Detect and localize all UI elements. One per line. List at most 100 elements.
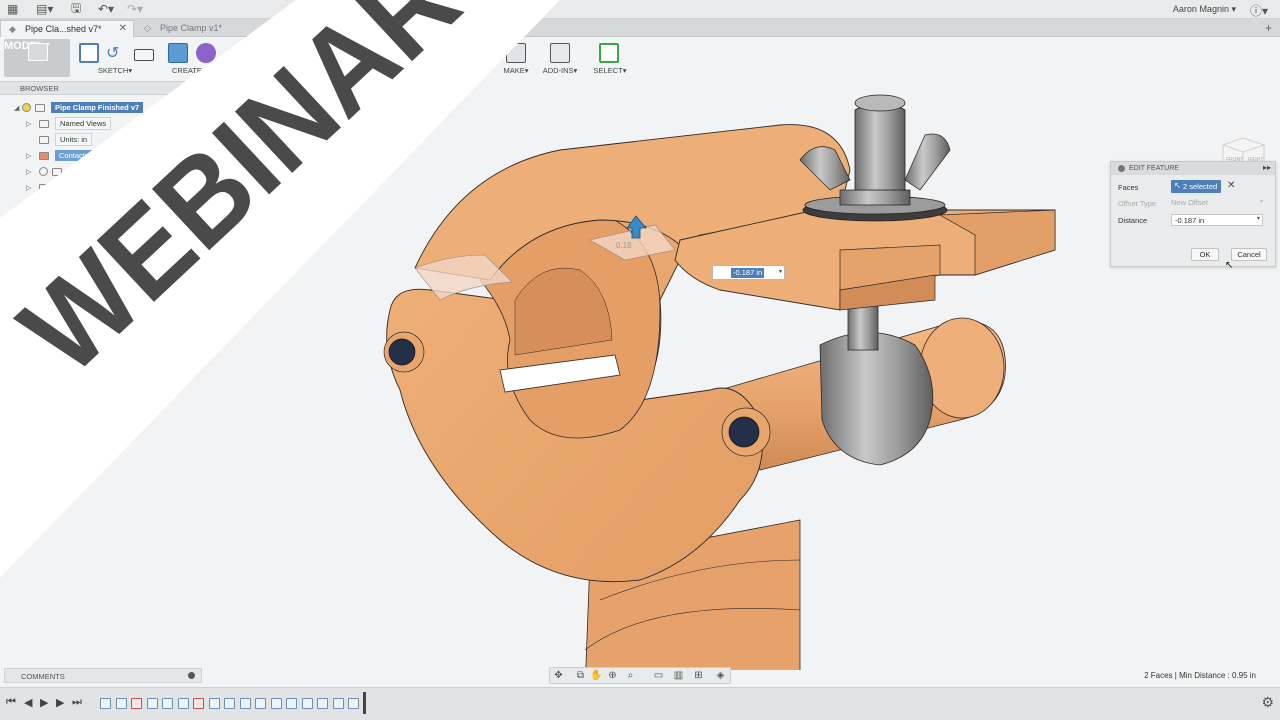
browser-item-origin[interactable]: ▷ Origin xyxy=(26,165,96,178)
faces-selection-chip[interactable]: ↖ 2 selected xyxy=(1171,180,1221,193)
zoom-icon[interactable]: ⊕ xyxy=(606,670,619,682)
browser-item-units[interactable]: Units: in xyxy=(26,133,93,146)
document-tab-active[interactable]: ◆ Pipe Cla...shed v7* ✕ xyxy=(0,20,134,37)
model-cube-icon xyxy=(28,43,48,61)
timeline-feature-icon[interactable] xyxy=(193,698,204,709)
browser-root-node[interactable]: ◢ Pipe Clamp Finished v7 xyxy=(14,101,144,114)
browser-item-component[interactable]: ▷ xyxy=(26,229,34,242)
play-icon[interactable]: ▶ xyxy=(40,696,48,709)
select-group[interactable]: SELECT▾ xyxy=(590,39,630,77)
orbit-icon[interactable]: ✥ xyxy=(552,670,565,682)
redo-icon[interactable]: ↷▾ xyxy=(127,2,143,16)
user-menu[interactable]: Aaron Magnin ▾ xyxy=(1173,4,1236,15)
expand-dialog-icon[interactable]: ▸▸ xyxy=(1263,163,1271,172)
file-menu-icon[interactable]: ▤▾ xyxy=(36,2,53,16)
help-icon[interactable]: ⓘ▾ xyxy=(1250,2,1268,19)
timeline-feature-icon[interactable] xyxy=(177,698,189,709)
browser-item-bodies[interactable]: ▷ xyxy=(26,197,68,210)
timeline-feature-icon[interactable] xyxy=(162,698,173,709)
grid-icon[interactable]: ▥ xyxy=(672,670,685,682)
timeline-feature-icon[interactable] xyxy=(146,698,158,709)
make-label: MAKE xyxy=(503,66,525,75)
timeline-feature-icon[interactable] xyxy=(255,698,266,709)
expand-icon[interactable]: ▷ xyxy=(26,168,34,176)
contact-folder-icon xyxy=(39,151,49,160)
expand-icon[interactable]: ▷ xyxy=(26,184,34,192)
offset-type-value: New Offset xyxy=(1171,198,1208,207)
timeline-feature-icon[interactable] xyxy=(224,698,235,709)
timeline-feature-icon[interactable] xyxy=(131,698,142,709)
gear-icon[interactable]: ⚙ xyxy=(1261,694,1274,711)
step-forward-icon[interactable]: ▶ xyxy=(56,696,64,709)
cancel-button[interactable]: Cancel xyxy=(1231,248,1267,261)
timeline-feature-icon[interactable] xyxy=(317,698,328,709)
visibility-bulb-icon[interactable] xyxy=(39,199,48,208)
browser-item-component[interactable]: ▷ xyxy=(26,213,52,226)
chevron-down-icon[interactable]: ▾ xyxy=(1257,215,1260,222)
expand-icon[interactable]: ▷ xyxy=(26,152,34,160)
workspace-switcher-button[interactable]: MODEL▾ xyxy=(4,39,70,77)
offset-type-select[interactable]: New Offset ▾ xyxy=(1171,198,1263,207)
display-settings-icon[interactable]: ▭ xyxy=(652,670,665,682)
addins-group[interactable]: ADD-INS▾ xyxy=(538,39,582,77)
expand-icon[interactable]: ▷ xyxy=(26,216,34,224)
sketch-group[interactable]: ↺ SKETCH▾ xyxy=(76,39,154,77)
undo-icon[interactable]: ↶▾ xyxy=(98,2,114,16)
timeline-feature-icon[interactable] xyxy=(115,698,127,709)
visibility-bulb-icon[interactable] xyxy=(39,215,48,224)
environment-icon[interactable]: ◈ xyxy=(714,670,727,682)
create-sketch-icon[interactable] xyxy=(79,43,99,63)
distance-field[interactable]: -0.187 in ▾ xyxy=(1171,214,1263,226)
timeline-feature-icon[interactable] xyxy=(270,698,282,709)
create-group[interactable]: CREATE xyxy=(162,39,222,77)
chevron-down-icon: ▾ xyxy=(1259,199,1263,205)
document-tab[interactable]: ◇ Pipe Clamp v1* xyxy=(136,20,266,37)
rectangle-icon[interactable] xyxy=(134,49,154,61)
browser-header[interactable]: BROWSER xyxy=(0,81,200,95)
step-back-icon[interactable]: ◀ xyxy=(24,696,32,709)
collapse-icon[interactable]: ◢ xyxy=(14,104,22,112)
timeline-feature-icon[interactable] xyxy=(100,698,111,709)
distance-floating-input[interactable]: -0.187 in ▾ xyxy=(712,265,785,280)
visibility-bulb-icon[interactable] xyxy=(22,103,31,112)
new-tab-button[interactable]: + xyxy=(1265,21,1272,35)
pan-icon[interactable]: ✋ xyxy=(590,670,603,682)
comments-panel[interactable]: COMMENTS xyxy=(4,668,202,683)
select-icon[interactable] xyxy=(599,43,619,63)
timeline-feature-icon[interactable] xyxy=(301,698,313,709)
form-icon[interactable] xyxy=(196,43,216,63)
timeline-feature-icon[interactable] xyxy=(286,698,297,709)
timeline-feature-icon[interactable] xyxy=(332,698,344,709)
folder-icon xyxy=(52,167,62,176)
fit-icon[interactable]: ⌕ xyxy=(624,670,637,682)
close-tab-icon[interactable]: ✕ xyxy=(119,23,127,34)
go-to-start-icon[interactable]: ⏮ xyxy=(6,696,16,709)
expand-icon[interactable]: ▷ xyxy=(26,232,34,240)
add-comment-icon[interactable] xyxy=(188,672,195,679)
timeline-feature-icon[interactable] xyxy=(348,698,359,709)
make-icon[interactable] xyxy=(506,43,526,63)
save-icon[interactable]: 🖫 xyxy=(71,1,81,16)
timeline-marker[interactable] xyxy=(363,692,366,714)
expand-icon[interactable]: ▷ xyxy=(26,200,34,208)
ok-button[interactable]: OK xyxy=(1191,248,1219,261)
addins-icon[interactable] xyxy=(550,43,570,63)
timeline-feature-icon[interactable] xyxy=(208,698,220,709)
browser-item-named-views[interactable]: ▷ Named Views xyxy=(26,117,112,130)
apps-grid-icon[interactable]: ▦ xyxy=(7,2,18,16)
browser-item-motion[interactable]: ▷ Motion xyxy=(26,181,86,194)
chevron-down-icon[interactable]: ▾ xyxy=(779,268,782,275)
line-icon[interactable]: ↺ xyxy=(106,43,126,63)
timeline-feature-icon[interactable] xyxy=(239,698,251,709)
feature-icon xyxy=(1118,165,1125,172)
expand-icon[interactable]: ▷ xyxy=(26,120,34,128)
clear-selection-icon[interactable]: ✕ xyxy=(1227,180,1235,191)
look-at-icon[interactable]: ⧉ xyxy=(574,670,587,682)
make-group[interactable]: MAKE▾ xyxy=(500,39,532,77)
browser-root-label: Pipe Clamp Finished v7 xyxy=(51,102,144,113)
browser-item-contact-sets[interactable]: ▷ Contact: sets xyxy=(26,149,107,162)
box-icon[interactable] xyxy=(168,43,188,63)
visibility-bulb-icon[interactable] xyxy=(39,167,48,176)
go-to-end-icon[interactable]: ⏭ xyxy=(72,696,82,709)
viewports-icon[interactable]: ⊞ xyxy=(692,670,705,682)
